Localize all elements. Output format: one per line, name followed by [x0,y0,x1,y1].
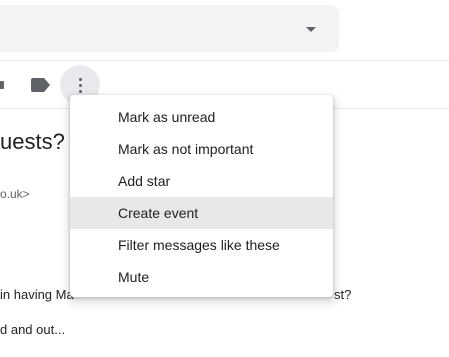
more-options-menu: Mark as unread Mark as not important Add… [70,95,333,297]
search-bar[interactable] [0,5,339,52]
gmail-email-view: uests? o.uk> in having Ma st? d and out.… [0,0,449,357]
menu-item-filter-messages[interactable]: Filter messages like these [70,229,333,261]
email-body-text: st? [334,287,352,302]
menu-item-add-star[interactable]: Add star [70,165,333,197]
sender-email: o.uk> [0,187,30,201]
menu-item-mute[interactable]: Mute [70,261,333,293]
search-options-dropdown-icon[interactable] [306,27,316,32]
menu-item-create-event[interactable]: Create event [70,197,333,229]
more-options-icon [78,77,82,81]
label-icon[interactable] [30,76,52,94]
menu-item-mark-not-important[interactable]: Mark as not important [70,133,333,165]
email-body-text: in having Ma [0,287,74,302]
menu-item-mark-unread[interactable]: Mark as unread [70,101,333,133]
email-body-text: d and out... [0,322,66,337]
email-subject: uests? [0,129,65,154]
move-to-icon[interactable] [0,79,6,91]
header-divider [0,60,449,61]
